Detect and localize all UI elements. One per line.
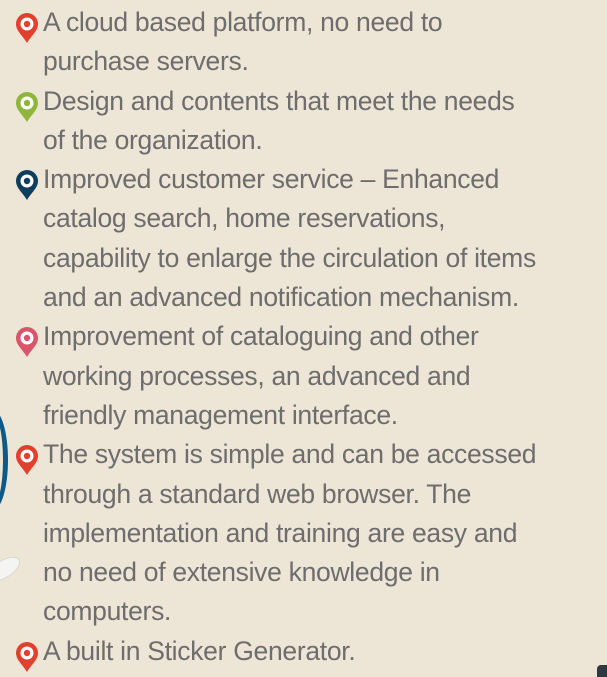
bullet-text-line: no need of extensive knowledge in bbox=[43, 557, 440, 588]
bullet-text-line: purchase servers. bbox=[43, 46, 249, 77]
bullet-text-line: The system is simple and can be accessed bbox=[43, 439, 537, 470]
bullet-item: The system is simple and can be accessed… bbox=[0, 435, 607, 631]
red-pin-icon bbox=[14, 444, 40, 476]
bullet-item: Improvement of cataloguing and other work… bbox=[0, 317, 607, 435]
bullet-text-line: friendly management interface. bbox=[43, 399, 398, 430]
bullet-text-line: Improved customer service – Enhanced bbox=[43, 164, 500, 195]
bullet-text-line: Improvement of cataloguing and other bbox=[43, 321, 479, 352]
bullet-text-line: A built in Sticker Generator. bbox=[43, 635, 356, 666]
pink-pin-icon bbox=[14, 326, 40, 358]
feature-bullet-list: A cloud based platform, no need to purcha… bbox=[0, 3, 607, 673]
navy-pin-icon bbox=[14, 169, 40, 201]
bullet-item: A cloud based platform, no need to purcha… bbox=[0, 3, 607, 82]
bullet-item: Improved customer service – Enhanced cata… bbox=[0, 160, 607, 317]
bullet-text-line: catalog search, home reservations, bbox=[43, 203, 446, 234]
slide: A cloud based platform, no need to purcha… bbox=[0, 0, 607, 677]
bullet-text-line: A cloud based platform, no need to bbox=[43, 7, 443, 37]
bullet-text-line: and an advanced notification mechanism. bbox=[43, 282, 519, 313]
bullet-text-line: through a standard web browser. The bbox=[43, 478, 472, 509]
bullet-text-line: computers. bbox=[43, 596, 172, 627]
bullet-item: Design and contents that meet the needs o… bbox=[0, 82, 607, 161]
green-pin-icon bbox=[14, 91, 40, 123]
bullet-text-line: Design and contents that meet the needs bbox=[43, 85, 515, 116]
bullet-text-line: capability to enlarge the circulation of… bbox=[43, 242, 536, 273]
red-pin-icon bbox=[14, 641, 40, 673]
red-pin-icon bbox=[14, 12, 40, 44]
bullet-text-line: implementation and training are easy and bbox=[43, 517, 518, 548]
bullet-text-line: working processes, an advanced and bbox=[43, 360, 471, 391]
bullet-text-line: of the organization. bbox=[43, 124, 263, 155]
bullet-item: A built in Sticker Generator. bbox=[0, 632, 607, 673]
